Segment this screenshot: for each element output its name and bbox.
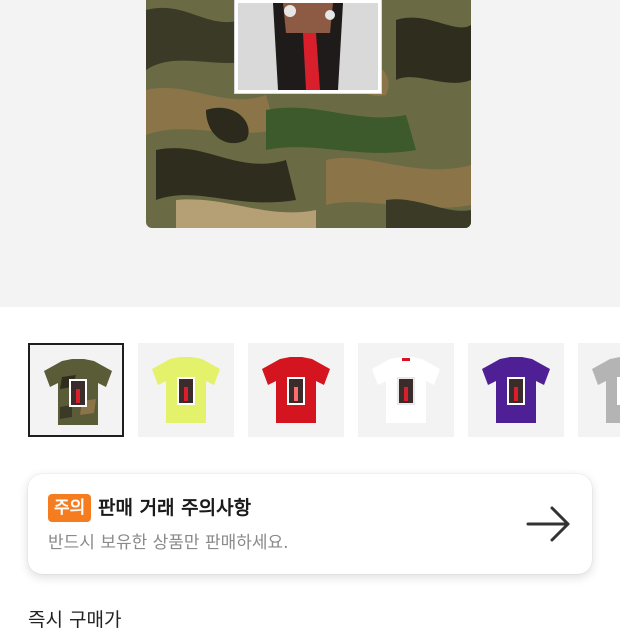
thumbnail-lime[interactable]	[138, 343, 234, 437]
thumbnail-strip[interactable]	[28, 343, 620, 437]
thumbnail-red[interactable]	[248, 343, 344, 437]
caution-subtitle: 반드시 보유한 상품만 판매하세요.	[48, 533, 289, 553]
tshirt-icon	[592, 357, 620, 423]
caution-title: 판매 거래 주의사항	[98, 497, 252, 519]
thumbnail-grey[interactable]	[578, 343, 620, 437]
tshirt-icon	[482, 357, 550, 423]
shirt-print-photo	[235, 0, 381, 93]
tshirt-icon	[262, 357, 330, 423]
thumbnail-white[interactable]	[358, 343, 454, 437]
arrow-right-icon[interactable]	[526, 504, 572, 544]
tshirt-icon	[44, 359, 112, 425]
tshirt-icon	[372, 357, 440, 423]
caution-badge: 주의	[48, 494, 92, 522]
thumbnail-purple[interactable]	[468, 343, 564, 437]
selling-caution-card[interactable]: 주의 판매 거래 주의사항 반드시 보유한 상품만 판매하세요.	[28, 474, 592, 574]
tshirt-icon	[152, 357, 220, 423]
product-main-image[interactable]	[0, 0, 620, 307]
thumbnail-camo[interactable]	[28, 343, 124, 437]
instant-buy-price-label: 즉시 구매가	[28, 609, 122, 631]
